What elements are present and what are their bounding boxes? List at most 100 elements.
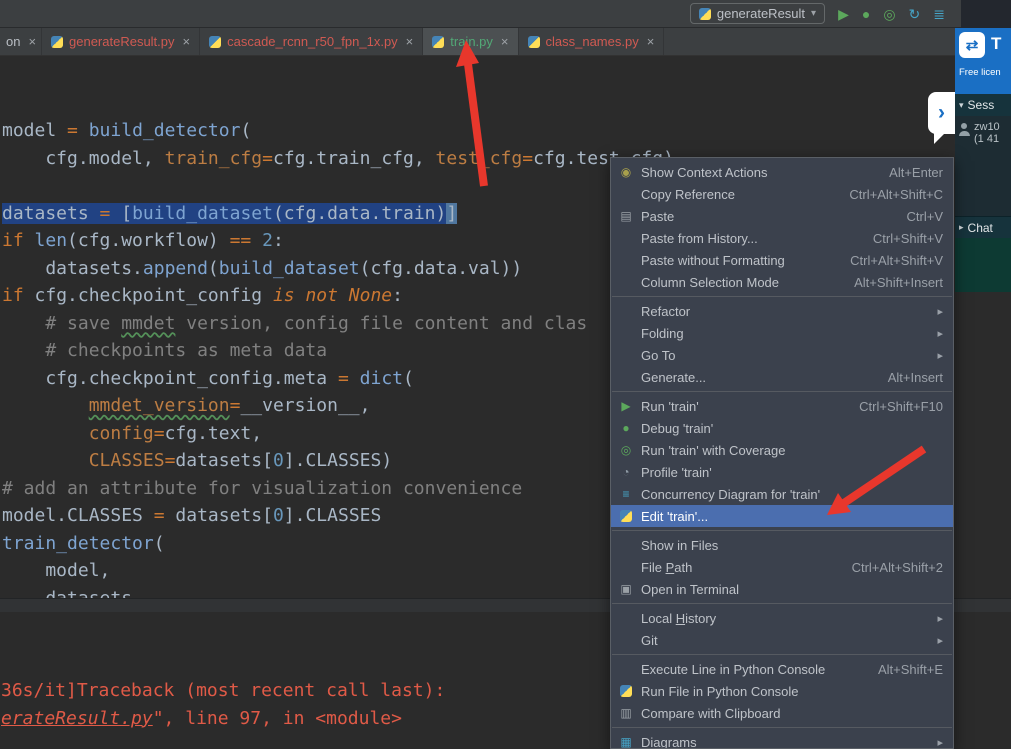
services-button[interactable]: ≣ (933, 7, 945, 21)
notification-balloon[interactable]: › (928, 92, 955, 134)
menu-item-label: Show in Files (641, 538, 718, 553)
run-button[interactable]: ▶ (838, 7, 849, 21)
console-text: ", line 97, in <module> (153, 708, 402, 729)
menu-item-generate[interactable]: Generate...Alt+Insert (611, 366, 953, 388)
triangle-right-icon: ▸ (959, 222, 964, 233)
close-icon[interactable]: × (501, 34, 509, 49)
menu-item-folding[interactable]: Folding▸ (611, 322, 953, 344)
code-token: 2 (262, 230, 273, 251)
code-token: cfg.text, (165, 423, 263, 444)
menu-item-open-in-terminal[interactable]: ▣Open in Terminal (611, 578, 953, 600)
code-token: len (35, 230, 68, 251)
code-token: build_detector (89, 120, 241, 141)
menu-item-local-history[interactable]: Local History▸ (611, 607, 953, 629)
debug-button[interactable]: ● (862, 7, 870, 21)
code-token: : (273, 230, 284, 251)
menu-shortcut: Ctrl+Shift+V (873, 231, 943, 246)
code-token: train_detector (2, 533, 154, 554)
code-token: mmdet (121, 313, 175, 334)
menu-item-run-file-in-python-console[interactable]: Run File in Python Console (611, 680, 953, 702)
tab-on[interactable]: on× (0, 28, 42, 55)
code-token: = (262, 148, 273, 169)
menu-item-label: Edit 'train'... (641, 509, 708, 524)
debug-icon: ● (618, 422, 634, 434)
session-user[interactable]: zw10 (1 41 (955, 116, 1011, 216)
menu-item-profile-train[interactable]: ◔Profile 'train' (611, 461, 953, 483)
stack-trace-link[interactable]: erateResult.py (1, 708, 153, 729)
code-token: ].CLASSES (284, 505, 382, 526)
editor-tab-bar: on×generateResult.py×cascade_rcnn_r50_fp… (0, 28, 1011, 56)
menu-item-label: Run File in Python Console (641, 684, 799, 699)
menu-item-paste-without-formatting[interactable]: Paste without Formatting Ctrl+Alt+Shift+V (611, 249, 953, 271)
menu-separator (612, 654, 952, 655)
menu-shortcut: Alt+Insert (888, 370, 943, 385)
close-icon[interactable]: × (406, 34, 414, 49)
menu-item-label: Go To (641, 348, 675, 363)
menu-item-label: Local History (641, 611, 716, 626)
paste-icon: ▤ (618, 210, 634, 222)
menu-item-diagrams[interactable]: ▦Diagrams▸ (611, 731, 953, 749)
code-token: __version__ (240, 395, 359, 416)
menu-item-run-train[interactable]: ▶Run 'train'Ctrl+Shift+F10 (611, 395, 953, 417)
panel-filler (955, 238, 1011, 292)
close-icon[interactable]: × (647, 34, 655, 49)
menu-item-compare-with-clipboard[interactable]: ▥Compare with Clipboard (611, 702, 953, 724)
close-icon[interactable]: × (183, 34, 191, 49)
menu-item-label: Execute Line in Python Console (641, 662, 825, 677)
menu-item-refactor[interactable]: Refactor▸ (611, 300, 953, 322)
tab-cascade-rcnn-r50-fpn-1x-py[interactable]: cascade_rcnn_r50_fpn_1x.py× (200, 28, 423, 55)
remote-assist-panel: ⇄ T Free licen ▾ Sess zw10 (1 41 ▸ Chat (955, 28, 1011, 292)
menu-item-copy-reference[interactable]: Copy ReferenceCtrl+Alt+Shift+C (611, 183, 953, 205)
code-token: dict (360, 368, 403, 389)
tab-generateresult-py[interactable]: generateResult.py× (42, 28, 200, 55)
tab-train-py[interactable]: train.py× (423, 28, 518, 55)
code-token: = (338, 368, 360, 389)
menu-item-run-train-with-coverage[interactable]: ◎Run 'train' with Coverage (611, 439, 953, 461)
menu-item-concurrency-diagram-for-train[interactable]: ≡Concurrency Diagram for 'train' (611, 483, 953, 505)
code-token: model (2, 120, 67, 141)
profiler-button[interactable]: ↻ (909, 7, 921, 21)
chat-section-header[interactable]: ▸ Chat (955, 216, 1011, 238)
menu-item-label: Profile 'train' (641, 465, 712, 480)
code-token: , (360, 395, 371, 416)
menu-item-go-to[interactable]: Go To ▸ (611, 344, 953, 366)
menu-shortcut: Ctrl+V (907, 209, 943, 224)
menu-item-label: Refactor (641, 304, 690, 319)
menu-separator (612, 603, 952, 604)
menu-item-file-path[interactable]: File PathCtrl+Alt+Shift+2 (611, 556, 953, 578)
menu-item-column-selection-mode[interactable]: Column Selection ModeAlt+Shift+Insert (611, 271, 953, 293)
menu-item-edit-train[interactable]: Edit 'train'... (611, 505, 953, 527)
code-token: = (67, 120, 89, 141)
menu-item-paste-from-history[interactable]: Paste from History...Ctrl+Shift+V (611, 227, 953, 249)
code-token: cfg.model, (2, 148, 165, 169)
code-token: model, (2, 560, 110, 581)
code-token: config (89, 423, 154, 444)
python-icon (620, 685, 632, 697)
tab-class-names-py[interactable]: class_names.py × (519, 28, 665, 55)
code-token (2, 450, 89, 471)
submenu-arrow-icon: ▸ (937, 349, 943, 362)
compare-icon: ▥ (618, 707, 634, 719)
chevron-right-icon: › (938, 101, 945, 125)
menu-item-show-in-files[interactable]: Show in Files (611, 534, 953, 556)
python-file-icon (51, 36, 63, 48)
menu-item-paste[interactable]: ▤PasteCtrl+V (611, 205, 953, 227)
coverage-button[interactable]: ◎ (883, 7, 895, 21)
menu-item-debug-train[interactable]: ●Debug 'train' (611, 417, 953, 439)
context-menu: ◉Show Context ActionsAlt+EnterCopy Refer… (610, 157, 954, 749)
menu-item-show-context-actions[interactable]: ◉Show Context ActionsAlt+Enter (611, 161, 953, 183)
menu-separator (612, 727, 952, 728)
menu-item-execute-line-in-python-console[interactable]: Execute Line in Python ConsoleAlt+Shift+… (611, 658, 953, 680)
menu-shortcut: Ctrl+Alt+Shift+V (850, 253, 943, 268)
menu-shortcut: Alt+Shift+Insert (854, 275, 943, 290)
tab-label: class_names.py (546, 34, 639, 49)
session-section-label: Sess (968, 98, 995, 112)
close-icon[interactable]: × (28, 34, 36, 49)
menu-item-label: Paste without Formatting (641, 253, 785, 268)
run-config-selector[interactable]: generateResult ▾ (690, 3, 825, 24)
code-token: = (100, 203, 122, 224)
menu-item-git[interactable]: Git▸ (611, 629, 953, 651)
code-token: = (154, 423, 165, 444)
code-token: if (2, 285, 35, 306)
session-section-header[interactable]: ▾ Sess (955, 94, 1011, 116)
